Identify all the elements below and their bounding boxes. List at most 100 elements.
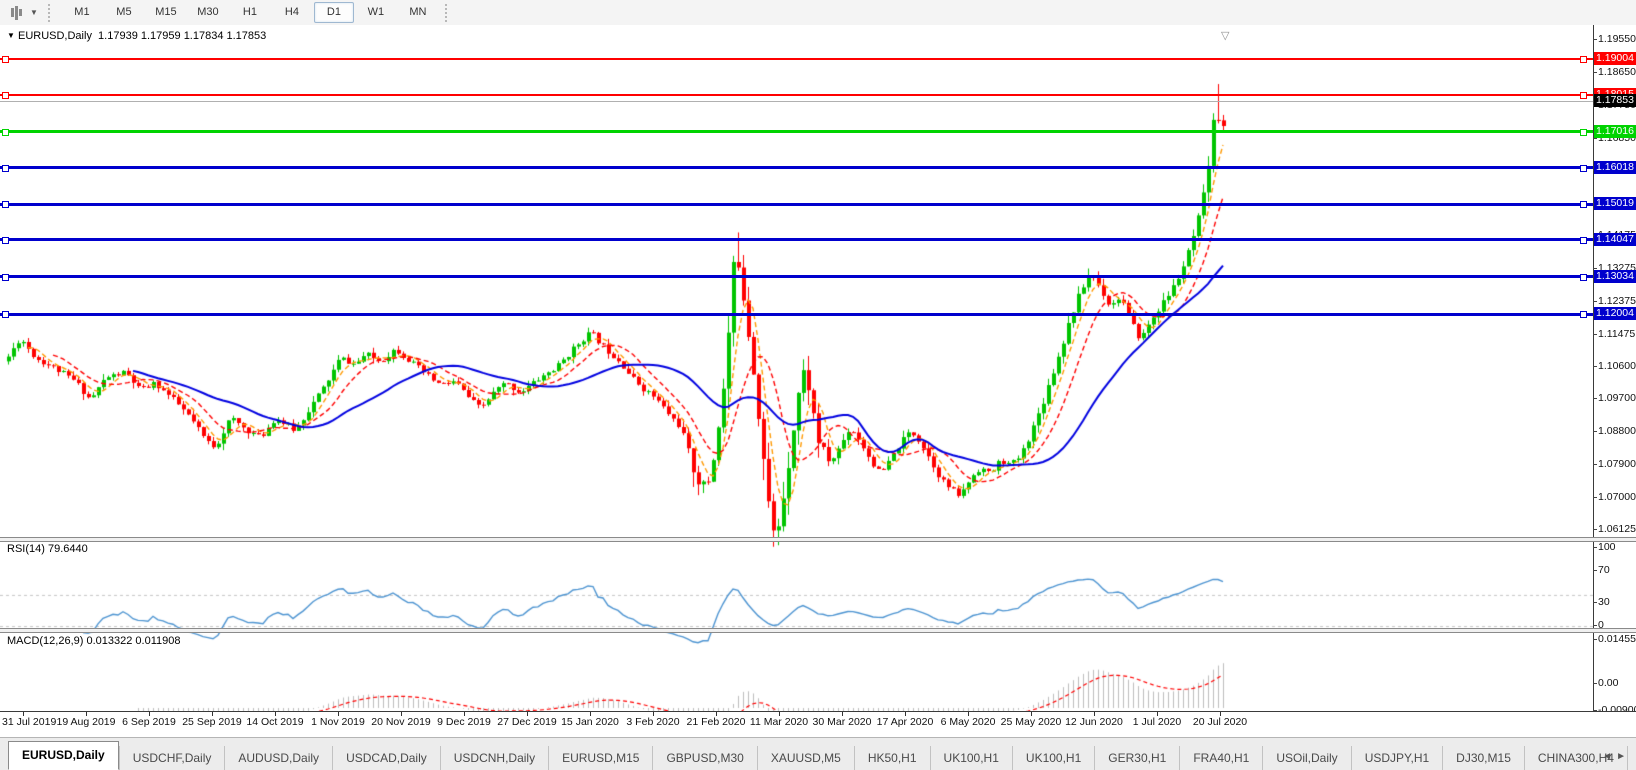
horizontal-level-line[interactable] [0, 203, 1593, 206]
chart-surface[interactable] [0, 50, 1593, 736]
time-axis-label: 31 Jul 2019 [2, 716, 56, 728]
horizontal-level-line[interactable] [0, 275, 1593, 278]
line-handle-right[interactable] [1580, 165, 1587, 172]
axis-tick-label: 1.07000 [1598, 491, 1636, 503]
axis-tick-mark [1593, 398, 1597, 399]
line-handle-left[interactable] [2, 311, 9, 318]
tab-scroll-arrows: ◄► [1602, 751, 1630, 762]
timeframe-button-h1[interactable]: H1 [230, 2, 270, 23]
axis-tick-mark [1593, 529, 1597, 530]
time-axis-label: 6 May 2020 [941, 716, 996, 728]
axis-tick-mark [1593, 366, 1597, 367]
time-axis-label: 17 Apr 2020 [877, 716, 934, 728]
line-handle-left[interactable] [2, 92, 9, 99]
rsi-label: RSI(14) 79.6440 [7, 543, 88, 555]
line-handle-left[interactable] [2, 129, 9, 136]
chart-tab-usoil-daily[interactable]: USOil,Daily [1263, 746, 1351, 770]
time-axis-label: 30 Mar 2020 [813, 716, 872, 728]
horizontal-level-line[interactable] [0, 166, 1593, 169]
line-handle-left[interactable] [2, 201, 9, 208]
timeframe-button-d1[interactable]: D1 [314, 2, 354, 23]
tab-scroll-left-icon[interactable]: ◄ [1602, 751, 1616, 762]
level-price-badge: 1.15019 [1594, 197, 1636, 210]
line-handle-right[interactable] [1580, 92, 1587, 99]
timeframe-button-w1[interactable]: W1 [356, 2, 396, 23]
level-price-badge: 1.12004 [1594, 307, 1636, 320]
current-price-badge: 1.17853 [1594, 94, 1636, 107]
timeframe-button-m5[interactable]: M5 [104, 2, 144, 23]
line-handle-right[interactable] [1580, 129, 1587, 136]
line-handle-right[interactable] [1580, 201, 1587, 208]
axis-tick-mark [1593, 268, 1597, 269]
chart-title-text: EURUSD,Daily 1.17939 1.17959 1.17834 1.1… [18, 30, 266, 42]
chart-tab-gbpusd-m30[interactable]: GBPUSD,M30 [653, 746, 757, 770]
time-axis-label: 9 Dec 2019 [437, 716, 491, 728]
chevron-down-icon[interactable]: ▼ [30, 8, 38, 17]
horizontal-level-line[interactable] [0, 238, 1593, 241]
chart-tab-audusd-daily[interactable]: AUDUSD,Daily [225, 746, 333, 770]
horizontal-level-line[interactable] [0, 313, 1593, 316]
time-axis-label: 14 Oct 2019 [246, 716, 303, 728]
timeframe-buttons: M1M5M15M30H1H4D1W1MN [61, 2, 439, 23]
axis-tick-label: 1.08800 [1598, 425, 1636, 437]
chart-tab-usdchf-daily[interactable]: USDCHF,Daily [119, 746, 226, 770]
horizontal-level-line[interactable] [0, 130, 1593, 133]
level-price-badge: 1.13034 [1594, 270, 1636, 283]
line-handle-left[interactable] [2, 274, 9, 281]
panel-separator-macd[interactable] [0, 628, 1636, 633]
axis-tick-label: 30 [1598, 596, 1610, 608]
chart-shift-marker-icon[interactable]: ▽ [1221, 31, 1229, 41]
axis-tick-label: 0.014556 [1598, 633, 1636, 645]
axis-tick-label: 1.07900 [1598, 458, 1636, 470]
chart-tab-hk50-h1[interactable]: HK50,H1 [855, 746, 931, 770]
axis-tick-mark [1593, 334, 1597, 335]
chart-tab-usdjpy-h1[interactable]: USDJPY,H1 [1352, 746, 1443, 770]
line-handle-left[interactable] [2, 165, 9, 172]
chart-tab-dj30-m15[interactable]: DJ30,M15 [1443, 746, 1525, 770]
axis-tick-mark [1593, 72, 1597, 73]
timeframe-button-h4[interactable]: H4 [272, 2, 312, 23]
chart-tab-fra40-h1[interactable]: FRA40,H1 [1180, 746, 1263, 770]
time-axis-label: 6 Sep 2019 [122, 716, 176, 728]
toolbar-grip [48, 4, 55, 22]
chart-type-icon[interactable] [3, 3, 29, 23]
time-axis-label: 12 Jun 2020 [1065, 716, 1123, 728]
toolbar-grip-2 [445, 4, 452, 22]
chart-tab-uk100-h1[interactable]: UK100,H1 [1013, 746, 1095, 770]
tab-scroll-right-icon[interactable]: ► [1616, 751, 1630, 762]
chart-tab-xauusd-m5[interactable]: XAUUSD,M5 [758, 746, 855, 770]
line-handle-right[interactable] [1580, 274, 1587, 281]
chart-tab-usdcad-daily[interactable]: USDCAD,Daily [333, 746, 441, 770]
level-price-badge: 1.14047 [1594, 233, 1636, 246]
symbol-dropdown-icon[interactable]: ▼ [7, 31, 15, 40]
time-axis-label: 27 Dec 2019 [497, 716, 557, 728]
time-axis-label: 1 Nov 2019 [311, 716, 365, 728]
line-handle-left[interactable] [2, 237, 9, 244]
chart-tab-eurusd-daily[interactable]: EURUSD,Daily [8, 741, 119, 770]
chart-tab-uk100-h1[interactable]: UK100,H1 [931, 746, 1013, 770]
timeframe-button-m30[interactable]: M30 [188, 2, 228, 23]
time-axis-label: 3 Feb 2020 [626, 716, 679, 728]
timeframe-button-mn[interactable]: MN [398, 2, 438, 23]
line-handle-right[interactable] [1580, 56, 1587, 63]
line-handle-right[interactable] [1580, 237, 1587, 244]
horizontal-level-line[interactable] [0, 94, 1593, 96]
level-price-badge: 1.16018 [1594, 161, 1636, 174]
axis-tick-mark [1593, 431, 1597, 432]
chart-tab-eurusd-m15[interactable]: EURUSD,M15 [549, 746, 653, 770]
line-handle-right[interactable] [1580, 311, 1587, 318]
axis-tick-label: 1.19550 [1598, 33, 1636, 45]
axis-tick-label: 1.10600 [1598, 360, 1636, 372]
panel-separator-rsi[interactable] [0, 537, 1636, 542]
timeframe-button-m1[interactable]: M1 [62, 2, 102, 23]
axis-tick-label: 1.11475 [1598, 328, 1635, 340]
axis-tick-label: 1.09700 [1598, 392, 1636, 404]
chart-tab-usdcnh-daily[interactable]: USDCNH,Daily [441, 746, 549, 770]
chart-tab-ger30-h1[interactable]: GER30,H1 [1095, 746, 1180, 770]
line-handle-left[interactable] [2, 56, 9, 63]
level-price-badge: 1.17016 [1594, 125, 1636, 138]
level-price-badge: 1.19004 [1594, 52, 1636, 65]
timeframe-button-m15[interactable]: M15 [146, 2, 186, 23]
horizontal-level-line[interactable] [0, 58, 1593, 60]
timeframe-toolbar: ▼ M1M5M15M30H1H4D1W1MN [0, 0, 1636, 26]
